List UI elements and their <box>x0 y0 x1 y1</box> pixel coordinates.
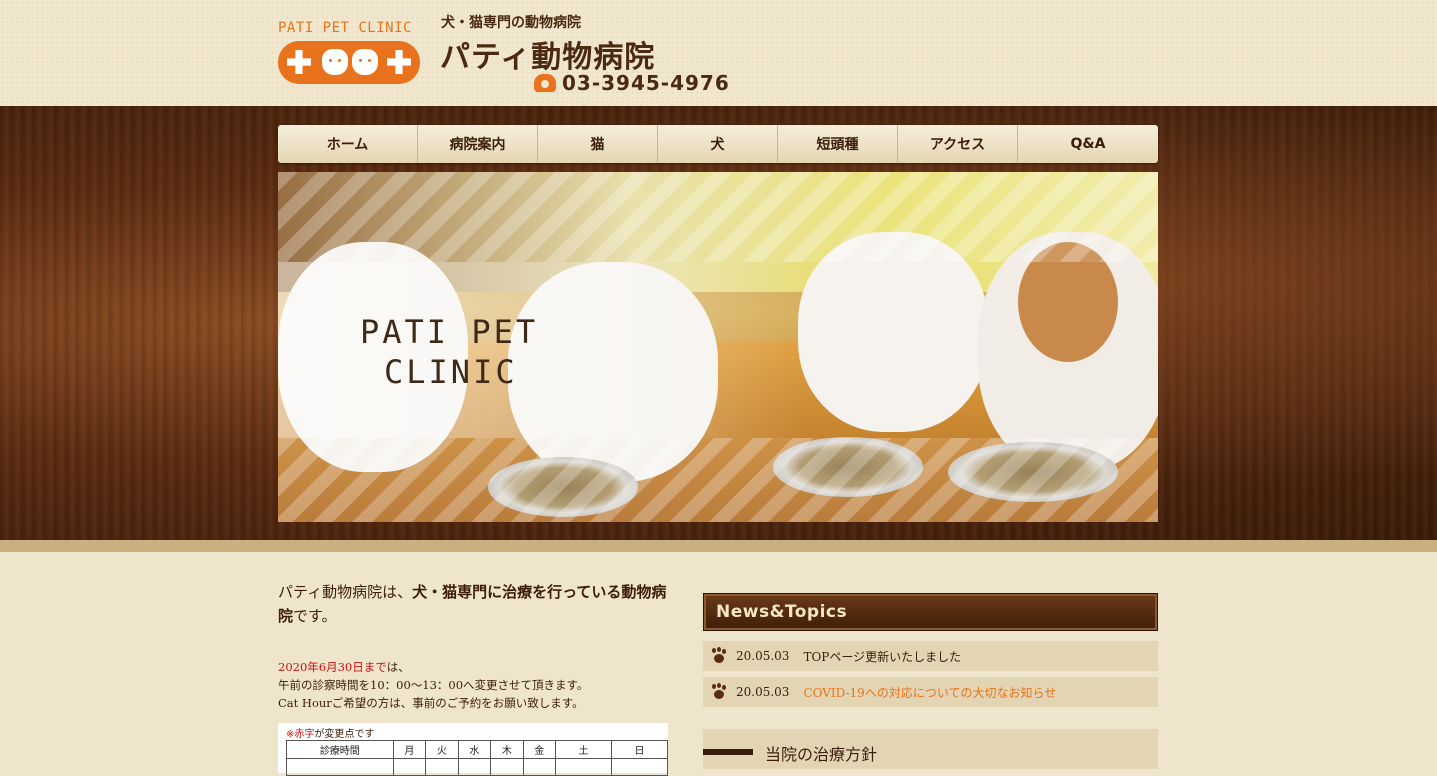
site-header: PATI PET CLINIC 犬・猫専門の動物病院 パティ動物病院 03-39… <box>0 0 1437 106</box>
nav-home[interactable]: ホーム <box>278 125 418 163</box>
divider-stripe <box>0 540 1437 552</box>
treatment-policy-section: 当院の治療方針 <box>703 729 1158 769</box>
schedule-note: ※赤字が変更点です <box>286 729 375 740</box>
cat-face-icon <box>352 49 378 75</box>
news-item: 20.05.03 COVID-19への対応についての大切なお知らせ <box>703 677 1158 707</box>
nav-cat[interactable]: 猫 <box>538 125 658 163</box>
phone-number: 03-3945-4976 <box>534 71 730 95</box>
news-link[interactable]: COVID-19への対応についての大切なお知らせ <box>803 684 1056 701</box>
phone-text: 03-3945-4976 <box>562 71 730 95</box>
logo-text[interactable]: PATI PET CLINIC <box>278 20 412 36</box>
news-topics-heading: News&Topics <box>703 593 1158 631</box>
site-subtitle: 犬・猫専門の動物病院 <box>441 15 581 31</box>
dog-face-icon <box>322 49 348 75</box>
phone-icon <box>534 74 556 92</box>
news-item: 20.05.03 TOPページ更新いたしました <box>703 641 1158 671</box>
section-bar <box>703 749 753 755</box>
nav-qa[interactable]: Q&A <box>1018 125 1158 163</box>
hero-line-1: PATI PET <box>360 313 539 351</box>
hero-logo-text: PATI PET CLINIC <box>360 312 538 392</box>
cross-icon <box>387 50 411 74</box>
intro-text: パティ動物病院は、犬・猫専門に治療を行っている動物病院です。 <box>278 583 667 625</box>
site-title[interactable]: パティ動物病院 <box>440 32 655 76</box>
paw-icon <box>711 648 727 664</box>
nav-dog[interactable]: 犬 <box>658 125 778 163</box>
paw-icon <box>711 684 727 700</box>
main-nav: ホーム 病院案内 猫 犬 短頭種 アクセス Q&A <box>278 125 1158 163</box>
hero-image: PATI PET CLINIC <box>278 172 1158 522</box>
nav-access[interactable]: アクセス <box>898 125 1018 163</box>
nav-brachycephalic[interactable]: 短頭種 <box>778 125 898 163</box>
news-text: TOPページ更新いたしました <box>803 649 962 664</box>
policy-title: 当院の治療方針 <box>765 745 878 764</box>
news-date: 20.05.03 <box>736 685 790 699</box>
schedule-table-image: ※赤字が変更点です 診療時間 月 火 水 木 金 土 日 <box>278 723 668 776</box>
logo-icon[interactable] <box>278 41 420 84</box>
cross-icon <box>287 50 311 74</box>
schedule-table: 診療時間 月 火 水 木 金 土 日 <box>286 740 668 776</box>
hero-line-2: CLINIC <box>384 353 518 391</box>
news-date: 20.05.03 <box>736 649 790 663</box>
nav-clinic-info[interactable]: 病院案内 <box>418 125 538 163</box>
hours-notice: 2020年6月30日までは、 午前の診察時間を10：00〜13：00へ変更させて… <box>278 660 589 710</box>
